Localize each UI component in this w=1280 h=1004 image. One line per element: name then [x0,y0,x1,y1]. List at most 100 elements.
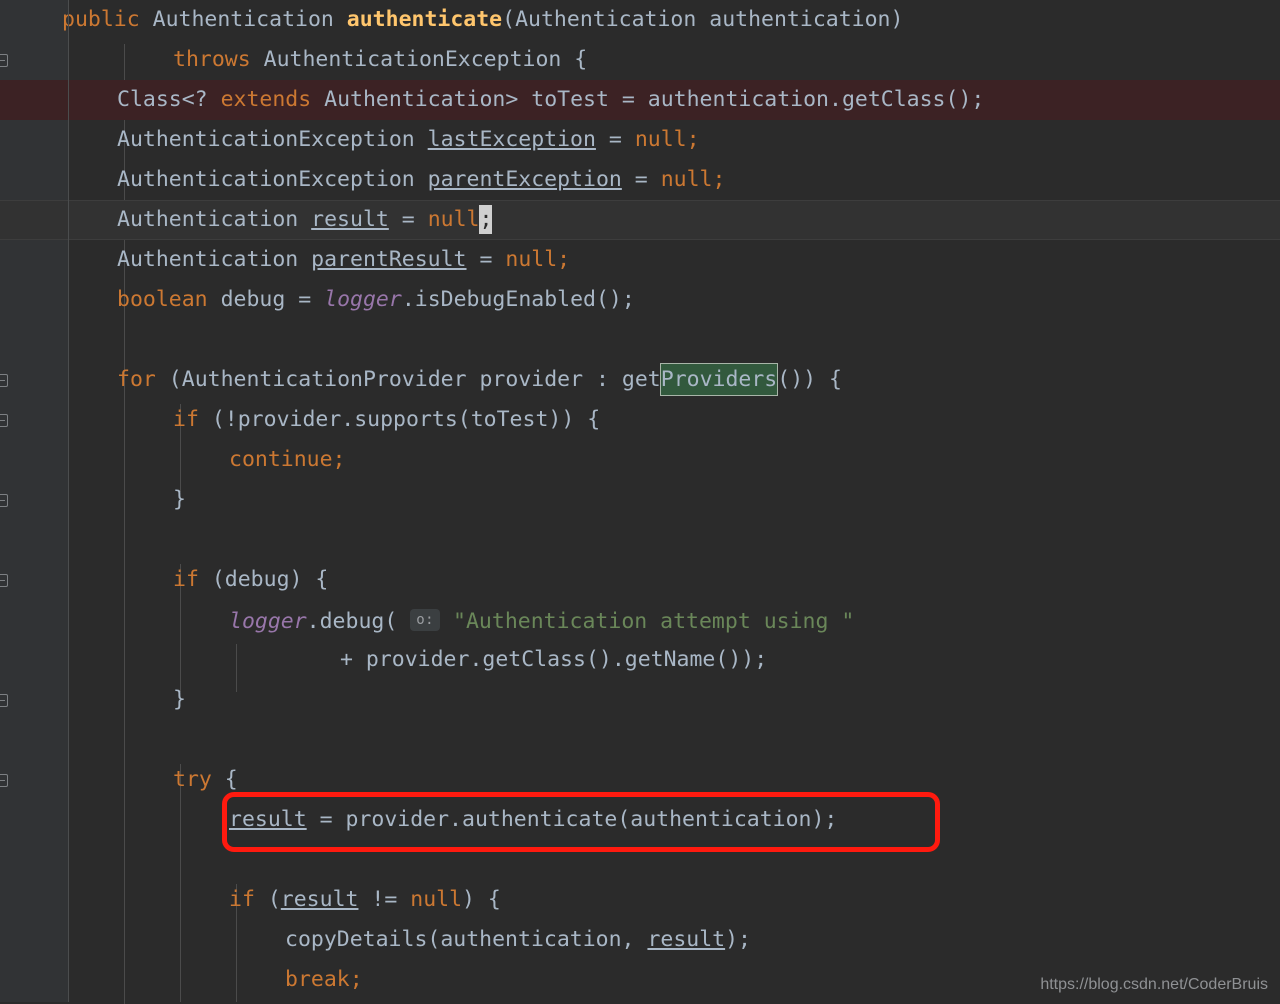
code-line[interactable]: public Authentication authenticate(Authe… [0,0,1280,40]
code-line-blank[interactable] [0,720,1280,760]
token-type: Authentication [515,7,697,32]
code-line[interactable]: continue; [0,440,1280,480]
token-call: .isDebugEnabled(); [401,287,635,312]
token-string: "Authentication attempt using " [453,609,855,634]
token-punct: = [298,287,312,312]
code-line-blank[interactable] [0,840,1280,880]
search-match-highlight[interactable]: Providers [659,363,779,396]
text-caret: ; [479,205,493,234]
token-punct: = [621,87,635,112]
token-local-variable: result [311,207,389,232]
code-line[interactable]: AuthenticationException parentException … [0,160,1280,200]
token-static-field: logger [324,287,402,312]
code-line[interactable]: if (!provider.supports(toTest)) { [0,400,1280,440]
code-line-blank[interactable] [0,320,1280,360]
gutter-separator [68,0,69,1002]
token-punct: } [173,487,186,512]
code-line-caret[interactable]: Authentication result = null; [0,200,1280,240]
token-parameter: authentication [709,7,891,32]
token-keyword: public [62,7,140,32]
code-line[interactable]: boolean debug = logger.isDebugEnabled(); [0,280,1280,320]
code-line[interactable]: } [0,680,1280,720]
code-editor[interactable]: public Authentication authenticate(Authe… [0,0,1280,1004]
token-type: Class<? [117,87,208,112]
token-punct: != [358,887,411,912]
token-punct: ); [725,927,751,952]
code-line[interactable]: for (AuthenticationProvider provider : g… [0,360,1280,400]
caret-line-border [0,239,1280,240]
token-call: .debug( [306,609,398,634]
code-line[interactable]: Authentication parentResult = null; [0,240,1280,280]
token-keyword: null [427,207,480,232]
token-keyword: boolean [117,287,208,312]
token-punct: ; [712,167,726,192]
token-keyword: null [410,887,463,912]
token-keyword: if [173,407,199,432]
token-punct: ( [502,7,516,32]
token-keyword: try [173,767,212,792]
code-line[interactable]: + provider.getClass().getName()); [0,640,1280,680]
token-expression: + provider.getClass().getName()); [340,647,768,672]
token-keyword: if [173,567,199,592]
token-variable: toTest [531,87,609,112]
code-line[interactable]: throws AuthenticationException { [0,40,1280,80]
code-line[interactable]: if (debug) { [0,560,1280,600]
code-line[interactable]: AuthenticationException lastException = … [0,120,1280,160]
caret-line-border [0,200,1280,201]
token-keyword: if [229,887,255,912]
fold-collapse-icon[interactable] [0,694,8,707]
token-local-variable: result [647,927,726,952]
token-type: Authentication [117,207,299,232]
token-keyword: for [117,367,156,392]
token-keyword: extends [220,87,312,112]
code-line-blank[interactable] [0,520,1280,560]
code-line-annotated[interactable]: result = provider.authenticate(authentic… [0,800,1280,840]
token-punct: = [401,207,415,232]
token-keyword: null [634,127,687,152]
watermark-url: https://blog.csdn.net/CoderBruis [1040,976,1268,993]
code-line[interactable]: } [0,480,1280,520]
code-line[interactable]: copyDetails(authentication, result); [0,920,1280,960]
token-type: Authentication [117,247,299,272]
token-variable: authentication [647,87,829,112]
token-call: copyDetails(authentication, [285,927,648,952]
code-line[interactable]: logger.debug( o: "Authentication attempt… [0,600,1280,640]
token-punct: = [634,167,648,192]
token-type: Authentication [152,7,334,32]
token-punct: ) { [289,567,329,592]
token-type: AuthenticationException [117,167,415,192]
token-punct: } [173,687,186,712]
token-expression: (!provider.supports(toTest)) { [211,407,601,432]
token-punct: = [479,247,493,272]
token-variable: debug [224,567,290,592]
token-punct: ; [686,127,700,152]
fold-collapse-icon[interactable] [0,374,8,387]
token-keyword: throws [173,47,251,72]
fold-collapse-icon[interactable] [0,54,8,67]
token-call: .getClass(); [829,87,985,112]
token-static-field: logger [229,609,307,634]
token-keyword: break; [285,967,363,992]
token-punct: ()) { [777,367,842,392]
token-local-variable: parentResult [311,247,467,272]
code-line-error[interactable]: Class<? extends Authentication> toTest =… [0,80,1280,120]
token-punct: = [608,127,622,152]
token-variable: provider [479,367,584,392]
token-punct: : [596,367,609,392]
token-punct: ; [557,247,571,272]
token-punct: { [224,767,238,792]
code-line[interactable]: try { [0,760,1280,800]
token-call: get [621,367,661,392]
token-type: AuthenticationProvider [181,367,467,392]
fold-collapse-icon[interactable] [0,414,8,427]
fold-collapse-icon[interactable] [0,774,8,787]
token-punct: ) { [462,887,501,912]
token-method-declaration: authenticate [346,7,503,32]
token-keyword: continue; [229,447,346,472]
token-local-variable: parentException [427,167,622,192]
token-punct: { [574,47,588,72]
fold-collapse-icon[interactable] [0,574,8,587]
code-line[interactable]: if (result != null) { [0,880,1280,920]
fold-collapse-icon[interactable] [0,494,8,507]
token-local-variable: result [229,807,307,832]
